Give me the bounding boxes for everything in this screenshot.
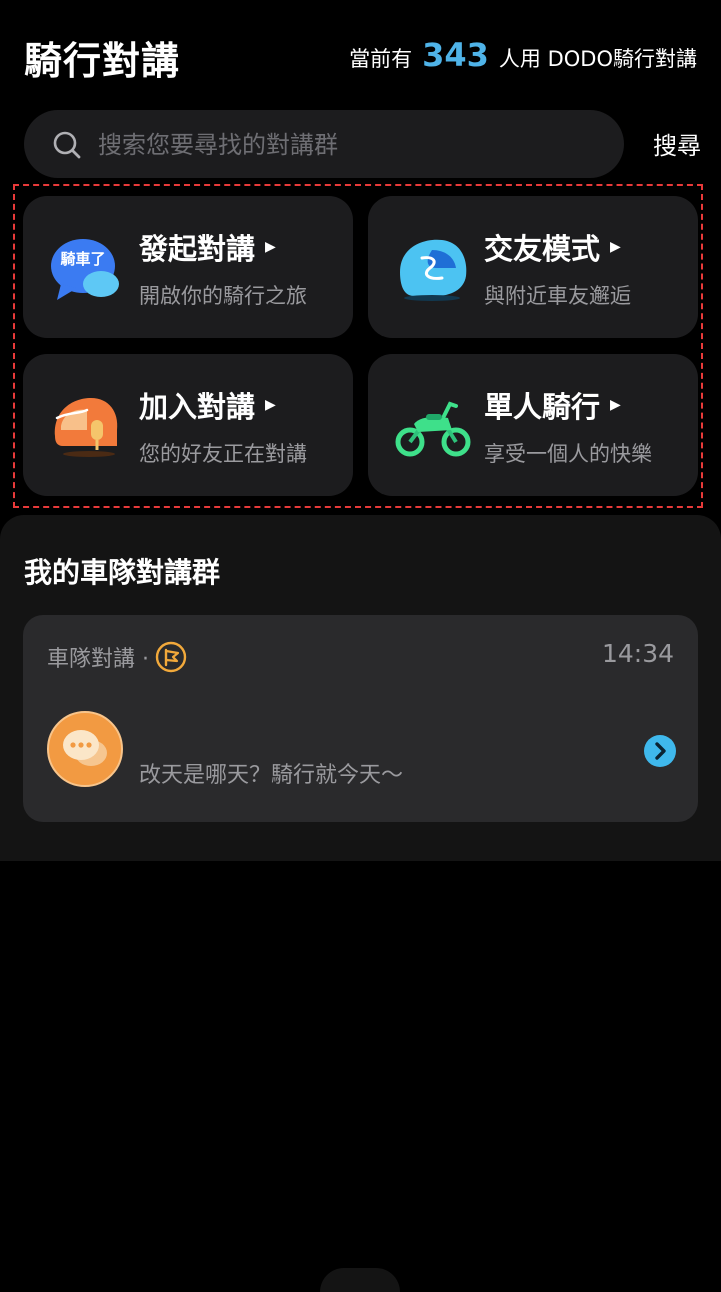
card-subtitle: 開啟你的騎行之旅 [139,284,307,308]
chat-bubble-text: 騎車了 [60,250,105,268]
last-message: 改天是哪天？騎行就今天～ [139,763,404,788]
card-title-text: 發起對講 [139,232,256,266]
card-title-text: 交友模式 [484,232,601,266]
section-title: 我的車隊對講群 [24,556,221,589]
start-intercom-card[interactable]: 騎車了 發起對講 ▶ 開啟你的騎行之旅 [23,196,353,338]
online-prefix: 當前有 [349,47,413,71]
card-subtitle: 您的好友正在對講 [139,442,307,466]
play-arrow-icon: ▶ [610,397,621,413]
blue-helmet-icon [400,239,467,301]
search-field[interactable] [24,110,624,178]
play-arrow-icon: ▶ [610,239,621,255]
chat-bubble-icon: 騎車了 [51,239,119,300]
play-arrow-icon: ▶ [265,239,276,255]
card-title: 交友模式 ▶ [484,226,621,268]
card-title: 發起對講 ▶ [139,226,276,268]
join-intercom-card[interactable]: 加入對講 ▶ 您的好友正在對講 [23,354,353,496]
team-label: 車隊對講 · [47,641,187,673]
team-label-text: 車隊對講 · [47,647,149,672]
search-icon [53,131,81,159]
solo-ride-card[interactable]: 單人騎行 ▶ 享受一個人的快樂 [368,354,698,496]
card-title: 單人騎行 ▶ [484,384,621,426]
card-subtitle: 與附近車友邂逅 [484,284,631,308]
timestamp: 14:34 [601,639,674,668]
bottom-handle [320,1268,400,1292]
flag-icon [155,641,187,673]
card-title-text: 單人騎行 [484,390,601,424]
card-title-text: 加入對講 [139,390,256,424]
card-subtitle: 享受一個人的快樂 [484,442,652,466]
search-input[interactable] [96,120,610,170]
team-intercom-card[interactable]: 車隊對講 · 14:34 改天是哪天？騎行就今天～ [23,615,698,822]
online-status: 當前有 343 人用 DODO騎行對講 [349,36,697,74]
search-bar: 搜尋 [24,110,701,178]
search-button[interactable]: 搜尋 [653,126,701,161]
header: 騎行對講 當前有 343 人用 DODO騎行對講 [0,0,721,105]
card-title: 加入對講 ▶ [139,384,276,426]
friend-mode-card[interactable]: 交友模式 ▶ 與附近車友邂逅 [368,196,698,338]
orange-helmet-mic-icon [54,398,118,457]
chevron-right-icon[interactable] [644,735,676,767]
team-section: 我的車隊對講群 車隊對講 · 14:34 改天是哪天？騎行就今天～ [0,515,721,861]
online-suffix: 人用 DODO騎行對講 [498,47,697,71]
play-arrow-icon: ▶ [265,397,276,413]
avatar [47,711,123,787]
page-title: 騎行對講 [24,39,181,83]
motorcycle-icon [395,401,471,457]
online-count: 343 [422,36,489,74]
